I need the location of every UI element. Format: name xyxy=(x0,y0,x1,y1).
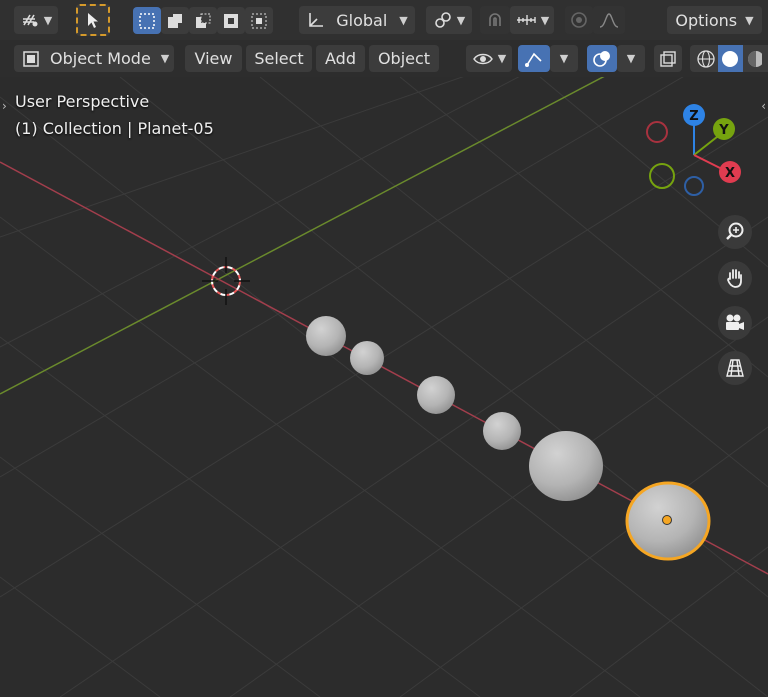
collection-object-label: (1) Collection | Planet-05 xyxy=(15,119,214,138)
mode-dropdown[interactable]: Object Mode ▼ xyxy=(14,45,174,72)
menu-object[interactable]: Object xyxy=(369,45,439,72)
x-axis-label: X xyxy=(725,166,735,181)
camera-icon xyxy=(726,314,744,330)
material-shading-button[interactable] xyxy=(743,47,768,71)
tool-header: ▼ Global ▼ ▼ ▼ Options ▼ xyxy=(0,0,768,40)
falloff-curve-icon xyxy=(599,13,619,28)
select-subtract-icon xyxy=(196,13,211,28)
xray-icon xyxy=(660,50,676,67)
snap-target-dropdown[interactable]: ▼ xyxy=(510,6,554,34)
planet-sphere[interactable] xyxy=(350,341,384,375)
solid-sphere-icon xyxy=(722,50,739,67)
select-mode-subtract-button[interactable] xyxy=(189,7,217,34)
proportional-editing-button[interactable] xyxy=(565,6,593,34)
y-axis-label: Y xyxy=(718,123,729,138)
overlays-dropdown[interactable]: ▼ xyxy=(617,45,645,72)
editor-type-button[interactable]: ▼ xyxy=(14,6,58,34)
menu-view[interactable]: View xyxy=(185,45,242,72)
ortho-toggle-button[interactable] xyxy=(718,351,752,385)
menu-select[interactable]: Select xyxy=(246,45,312,72)
object-origin-dot xyxy=(662,515,672,525)
z-axis-label: Z xyxy=(689,109,698,124)
wireframe-shading-button[interactable] xyxy=(694,47,718,71)
select-mode-intersect-button[interactable] xyxy=(245,7,273,34)
hand-pan-icon xyxy=(727,269,742,288)
planet-sphere[interactable] xyxy=(306,316,346,356)
shading-mode-group xyxy=(690,45,768,72)
visibility-dropdown[interactable]: ▼ xyxy=(466,45,512,72)
selected-planet[interactable] xyxy=(625,481,711,561)
select-difference-icon xyxy=(224,13,238,28)
select-tool-button[interactable] xyxy=(76,4,110,36)
editor-type-icon xyxy=(22,14,38,27)
pivot-point-dropdown[interactable]: ▼ xyxy=(426,6,472,34)
overlays-toggle-button[interactable] xyxy=(587,45,617,72)
chevron-down-icon: ▼ xyxy=(497,52,507,65)
gizmo-dropdown[interactable]: ▼ xyxy=(550,45,578,72)
viewport-scene: Z Y X xyxy=(0,77,768,697)
chevron-down-icon: ▼ xyxy=(559,52,569,65)
xray-toggle-button[interactable] xyxy=(654,45,682,72)
blender-3d-viewport-window: ▼ Global ▼ ▼ ▼ Options ▼ Object Mode ▼ V… xyxy=(0,0,768,697)
overlays-icon xyxy=(593,50,610,67)
material-sphere-icon xyxy=(748,50,763,67)
planet-sphere[interactable] xyxy=(483,412,521,450)
select-new-icon xyxy=(139,12,155,29)
chevron-down-icon: ▼ xyxy=(745,13,754,27)
pan-button[interactable] xyxy=(718,261,752,295)
options-dropdown[interactable]: Options ▼ xyxy=(667,6,762,34)
zoom-button[interactable] xyxy=(718,215,752,249)
zoom-icon xyxy=(726,222,744,240)
chevron-down-icon: ▼ xyxy=(456,13,466,27)
select-intersect-icon xyxy=(251,13,267,28)
wireframe-sphere-icon xyxy=(697,49,715,68)
transform-orientation-label: Global xyxy=(336,10,388,30)
chevron-down-icon: ▼ xyxy=(399,13,408,27)
gizmo-icon xyxy=(525,52,542,67)
select-mode-difference-button[interactable] xyxy=(217,7,245,34)
object-mode-icon xyxy=(23,50,39,67)
view-perspective-label: User Perspective xyxy=(15,92,150,111)
planet-sphere[interactable] xyxy=(417,376,455,414)
select-extend-icon xyxy=(168,13,182,28)
viewport-header: Object Mode ▼ View Select Add Object ▼ ▼… xyxy=(0,40,768,77)
snap-toggle-button[interactable] xyxy=(480,6,510,34)
viewport-background xyxy=(0,77,768,697)
toolbar-expand-arrow[interactable]: › xyxy=(2,99,7,113)
select-mode-new-button[interactable] xyxy=(133,7,161,34)
transform-orientation-icon xyxy=(309,13,324,27)
transform-orientation-dropdown[interactable]: Global ▼ xyxy=(299,6,415,34)
chevron-down-icon: ▼ xyxy=(43,13,53,27)
grid-perspective-icon xyxy=(726,359,744,377)
chevron-down-icon: ▼ xyxy=(540,13,550,27)
3d-viewport[interactable]: Z Y X User Perspective (1) Collection | … xyxy=(0,77,768,697)
chevron-down-icon: ▼ xyxy=(626,52,636,65)
mode-label: Object Mode xyxy=(50,49,151,68)
magnet-icon xyxy=(489,13,501,26)
snap-increment-icon xyxy=(516,15,536,25)
proportional-falloff-button[interactable] xyxy=(593,6,625,34)
chevron-down-icon: ▼ xyxy=(160,52,170,65)
eye-icon xyxy=(472,53,493,64)
proportional-edit-icon xyxy=(571,12,587,28)
sidebar-expand-arrow[interactable]: ‹ xyxy=(761,99,766,113)
camera-view-button[interactable] xyxy=(718,306,752,340)
gizmo-toggle-button[interactable] xyxy=(518,45,550,72)
solid-shading-button[interactable] xyxy=(717,45,744,72)
options-label: Options xyxy=(675,10,738,30)
select-mode-extend-button[interactable] xyxy=(161,7,189,34)
select-cursor-icon xyxy=(88,13,98,28)
planet-sphere[interactable] xyxy=(529,431,603,501)
menu-add[interactable]: Add xyxy=(316,45,365,72)
pivot-link-icon xyxy=(434,12,451,28)
